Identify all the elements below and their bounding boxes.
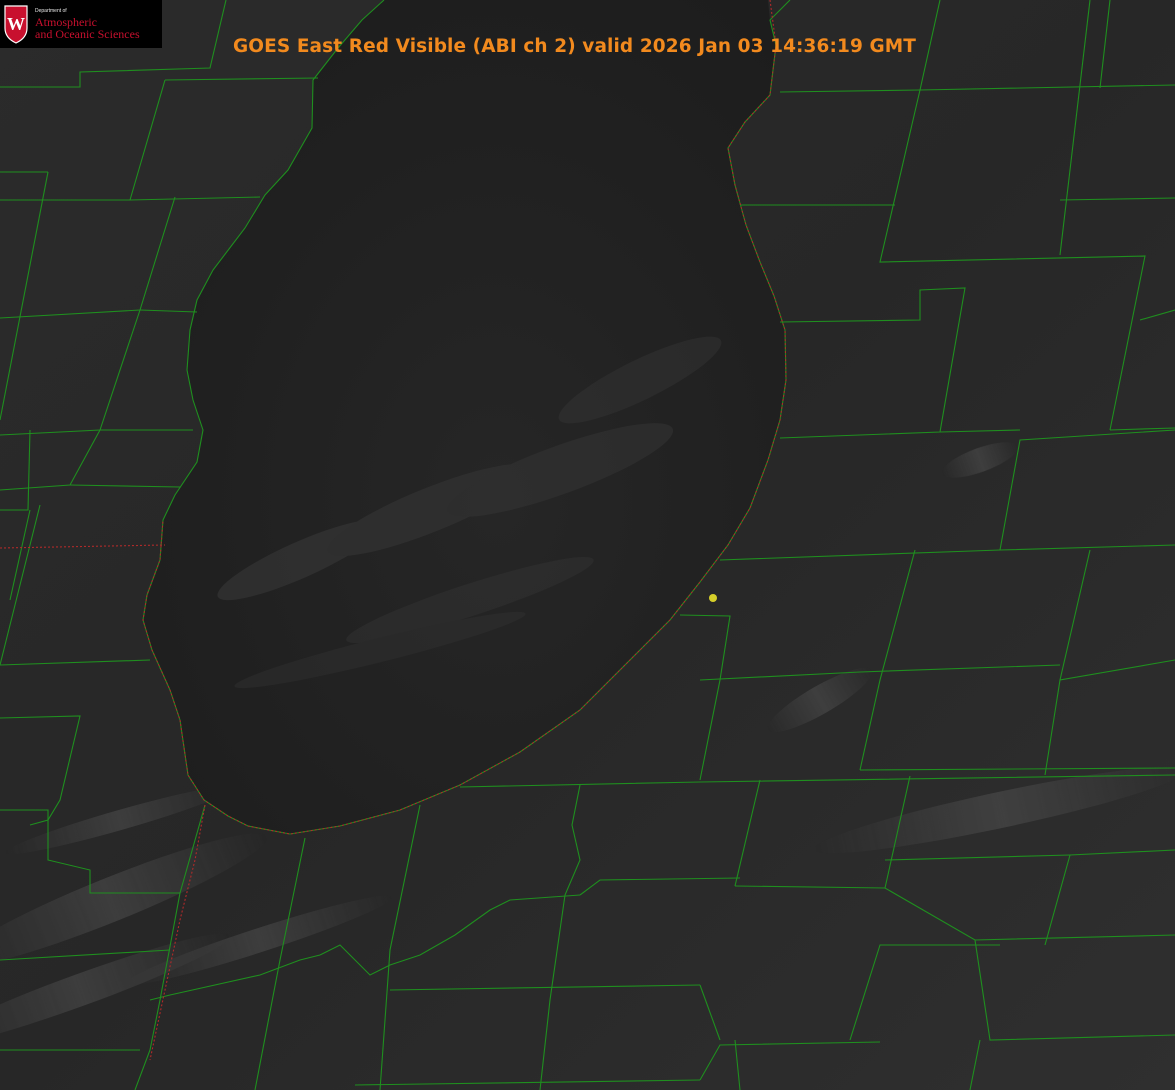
crest-icon: W — [4, 5, 28, 44]
department-logo: W Department of Atmospheric and Oceanic … — [0, 0, 162, 48]
satellite-viewer: W Department of Atmospheric and Oceanic … — [0, 0, 1175, 1090]
logo-department-text: Department of — [35, 8, 67, 14]
satellite-map — [0, 0, 1175, 1090]
site-marker — [709, 594, 717, 602]
svg-text:W: W — [7, 14, 25, 34]
logo-line-2: and Oceanic Sciences — [35, 27, 140, 41]
product-title: GOES East Red Visible (ABI ch 2) valid 2… — [233, 36, 916, 57]
